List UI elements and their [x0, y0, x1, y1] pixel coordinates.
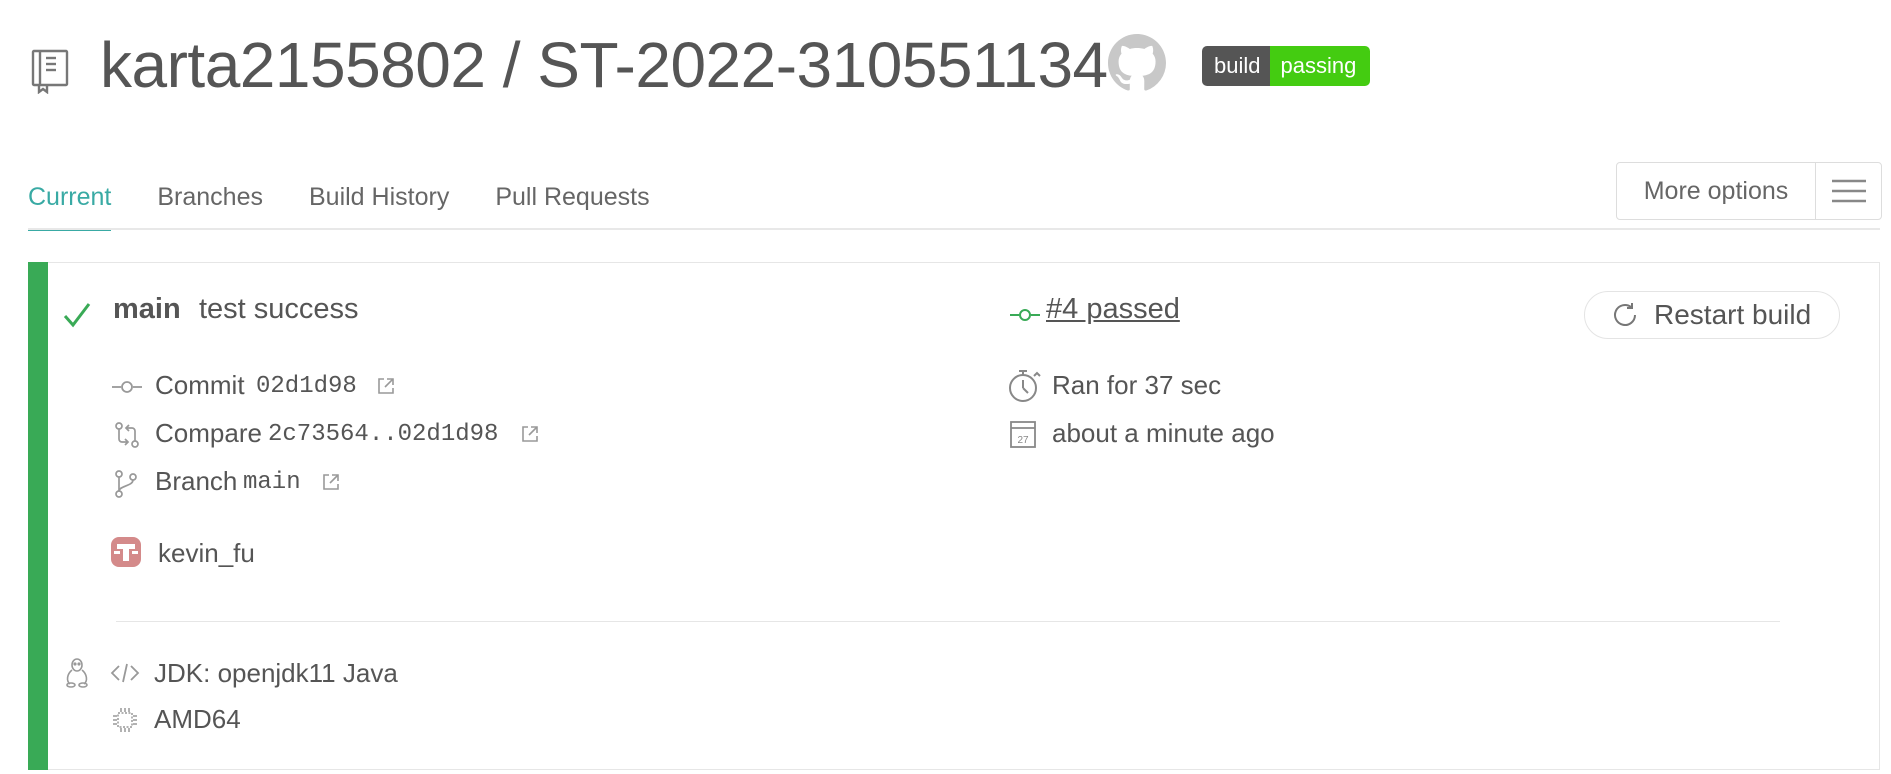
build-branch[interactable]: main — [113, 293, 181, 326]
restart-icon — [1610, 300, 1640, 330]
repo-title: karta2155802 / ST-2022-310551134 — [100, 29, 1108, 101]
tab-current[interactable]: Current — [28, 172, 112, 232]
branch-label: Branch — [155, 466, 238, 496]
tab-branches[interactable]: Branches — [157, 172, 263, 232]
build-number-link[interactable]: #4 passed — [1046, 293, 1180, 326]
branch-icon — [114, 469, 138, 504]
external-link-icon[interactable] — [520, 424, 540, 444]
badge-status: passing — [1270, 46, 1371, 86]
check-icon — [62, 300, 92, 335]
commit-sha[interactable]: 02d1d98 — [256, 373, 357, 400]
arch-info: AMD64 — [154, 704, 241, 734]
code-icon — [110, 661, 140, 690]
external-link-icon[interactable] — [321, 472, 341, 492]
branch-name[interactable]: main — [243, 469, 301, 496]
card-divider — [116, 621, 1780, 622]
restart-build-label: Restart build — [1654, 299, 1812, 330]
menu-icon[interactable] — [1816, 163, 1881, 219]
linux-icon — [64, 657, 90, 694]
commit-label: Commit — [155, 370, 245, 400]
tabs-divider — [28, 228, 1880, 230]
external-link-icon[interactable] — [376, 376, 396, 396]
repo-icon — [30, 48, 72, 95]
more-options-button[interactable]: More options — [1616, 162, 1882, 220]
github-icon[interactable] — [1108, 34, 1166, 92]
compare-range[interactable]: 2c73564..02d1d98 — [268, 421, 498, 448]
tab-pull-requests[interactable]: Pull Requests — [495, 172, 649, 232]
commit-icon — [112, 379, 142, 400]
restart-build-button[interactable]: Restart build — [1584, 291, 1840, 339]
calendar-day: 27 — [1017, 435, 1029, 446]
status-bar — [28, 262, 48, 770]
author-name[interactable]: kevin_fu — [158, 538, 255, 569]
stopwatch-icon — [1008, 366, 1042, 409]
build-duration: Ran for 37 sec — [1052, 370, 1222, 400]
tab-build-history[interactable]: Build History — [309, 172, 449, 232]
calendar-icon: 27 — [1009, 419, 1037, 454]
avatar — [111, 537, 141, 567]
cpu-icon — [112, 707, 138, 738]
jdk-info: JDK: openjdk11 Java — [154, 658, 398, 688]
commit-message: test success — [199, 293, 359, 325]
compare-icon — [114, 421, 140, 454]
commit-icon — [1010, 306, 1040, 329]
compare-label: Compare — [155, 418, 262, 448]
build-status-badge[interactable]: build passing — [1202, 46, 1371, 86]
badge-label: build — [1202, 46, 1271, 86]
more-options-label: More options — [1617, 163, 1816, 219]
tab-bar: Current Branches Build History Pull Requ… — [28, 172, 650, 232]
finished-time: about a minute ago — [1052, 418, 1275, 448]
